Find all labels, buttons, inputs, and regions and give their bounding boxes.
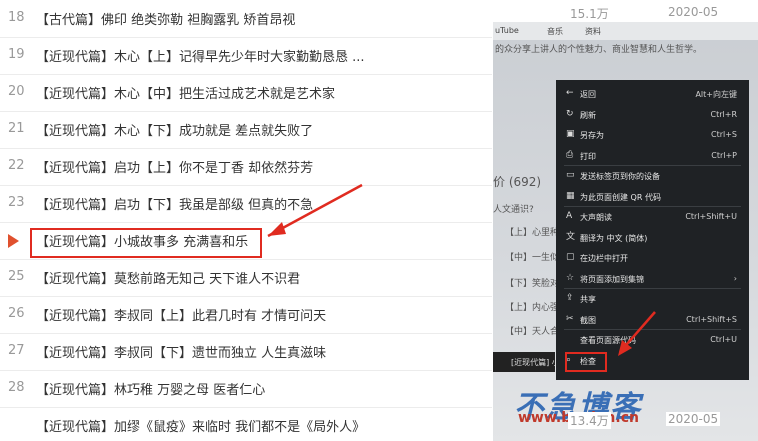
publish-date: 2020-05 bbox=[666, 412, 721, 426]
photo-annotation-arrow bbox=[618, 311, 656, 356]
publish-date: 2020-05 bbox=[666, 5, 721, 19]
play-count: 13.4万 bbox=[568, 412, 611, 429]
play-count: 15.1万 bbox=[568, 5, 611, 22]
